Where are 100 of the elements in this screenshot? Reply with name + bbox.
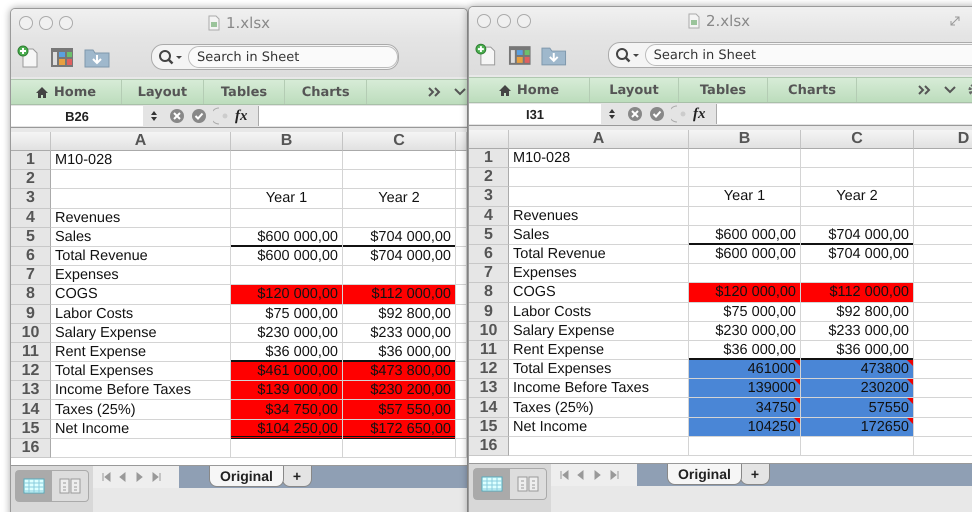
ribbon-tab[interactable]: Charts	[285, 80, 368, 104]
row-header[interactable]: 12	[469, 360, 509, 380]
table-cell: 57550	[801, 398, 914, 418]
sheet-tab[interactable]: +	[282, 466, 312, 487]
table-cell: Net Income	[509, 418, 689, 437]
row-header[interactable]: 7	[469, 264, 509, 284]
row-header[interactable]: 12	[11, 362, 51, 382]
row-header[interactable]: 6	[469, 244, 509, 264]
row-header[interactable]: 4	[469, 206, 509, 226]
normal-view-icon	[23, 478, 45, 494]
row-header[interactable]: 4	[11, 208, 51, 228]
normal-view-icon	[481, 476, 503, 492]
window-control-button[interactable]	[59, 16, 73, 30]
column-header[interactable]: C	[343, 132, 456, 151]
row-header[interactable]: 9	[469, 302, 509, 322]
row-header[interactable]: 16	[11, 438, 51, 458]
table-cell: Total Expenses	[51, 362, 231, 382]
parenthesis-icon[interactable]	[671, 105, 687, 123]
ribbon-tab[interactable]: Layout	[122, 80, 204, 104]
window-control-button[interactable]	[39, 16, 53, 30]
ribbon-tab[interactable]: Tables	[204, 80, 286, 104]
row-header[interactable]: 7	[11, 266, 51, 286]
template-gallery-icon[interactable]	[49, 45, 75, 69]
search-icon[interactable]	[158, 49, 184, 65]
parenthesis-icon[interactable]	[213, 107, 229, 125]
chevron-down-icon[interactable]	[453, 86, 467, 98]
sheet-tab[interactable]: Original	[209, 466, 284, 487]
search-field[interactable]: Search in Sheet	[608, 42, 972, 68]
chevron-down-icon[interactable]	[943, 84, 957, 96]
ribbon-tab[interactable]: Home	[11, 80, 122, 104]
insert-function-button[interactable]: fx	[693, 106, 710, 122]
row-header[interactable]: 10	[11, 324, 51, 343]
search-field[interactable]: Search in Sheet	[151, 44, 399, 70]
table-cell: Year 2	[801, 187, 914, 207]
table-cell: $57 550,00	[343, 400, 456, 420]
ribbon-tab[interactable]: Home	[469, 78, 590, 102]
row-header[interactable]: 11	[11, 342, 51, 362]
row-header[interactable]: 10	[469, 322, 509, 341]
insert-function-button[interactable]: fx	[235, 108, 252, 124]
formula-field[interactable]	[716, 104, 972, 124]
template-gallery-icon[interactable]	[506, 43, 532, 67]
ribbon-tab[interactable]: Tables	[679, 78, 768, 102]
ribbon-tab[interactable]: Charts	[768, 78, 857, 102]
row-header[interactable]: 14	[11, 400, 51, 420]
sheet-tab[interactable]: +	[740, 464, 770, 485]
normal-view-button[interactable]	[16, 471, 52, 501]
formula-field[interactable]	[258, 106, 467, 126]
row-header[interactable]: 3	[469, 187, 509, 207]
cancel-icon[interactable]	[627, 106, 643, 122]
row-header[interactable]: 16	[469, 436, 509, 456]
stepper-icon[interactable]	[607, 107, 617, 121]
column-header[interactable]: C	[801, 130, 914, 149]
document-icon	[688, 13, 700, 29]
row-header[interactable]: 5	[11, 228, 51, 247]
name-box[interactable]: B26	[11, 106, 143, 126]
table-cell: Total Expenses	[509, 360, 689, 380]
column-header[interactable]	[456, 132, 467, 151]
row-header[interactable]: 3	[11, 189, 51, 209]
row-header[interactable]: 11	[469, 340, 509, 360]
table-cell: Sales	[509, 226, 689, 245]
column-header[interactable]: D	[914, 130, 972, 149]
row-header[interactable]: 13	[11, 381, 51, 400]
row-header[interactable]: 2	[11, 170, 51, 190]
row-header[interactable]: 13	[469, 379, 509, 398]
sheet-navigation-icon[interactable]	[551, 464, 637, 486]
stepper-icon[interactable]	[149, 109, 159, 123]
ribbon-tab[interactable]: Layout	[590, 78, 679, 102]
column-header[interactable]: A	[509, 130, 689, 149]
row-header[interactable]: 9	[11, 304, 51, 324]
column-header[interactable]: B	[231, 132, 343, 151]
row-header[interactable]: 15	[469, 418, 509, 437]
row-header[interactable]: 15	[11, 420, 51, 439]
table-cell: $75 000,00	[231, 304, 343, 324]
window-control-button[interactable]	[477, 14, 491, 28]
search-icon[interactable]	[614, 47, 641, 63]
column-header[interactable]: B	[689, 130, 801, 149]
window-control-button[interactable]	[19, 16, 33, 30]
confirm-icon[interactable]	[649, 106, 665, 122]
row-header[interactable]: 14	[469, 398, 509, 418]
row-header[interactable]: 5	[469, 226, 509, 245]
window-control-button[interactable]	[497, 14, 511, 28]
sheet-tab[interactable]: Original	[667, 464, 742, 485]
row-header[interactable]: 1	[469, 149, 509, 168]
chevron-double-icon[interactable]	[917, 84, 933, 96]
row-header[interactable]: 6	[11, 246, 51, 266]
column-header[interactable]: A	[51, 132, 231, 151]
cancel-icon[interactable]	[169, 108, 185, 124]
normal-view-button[interactable]	[474, 469, 510, 499]
name-box[interactable]: I31	[469, 104, 601, 124]
row-header[interactable]: 8	[11, 285, 51, 304]
row-header[interactable]: 8	[469, 283, 509, 302]
sheet-navigation-icon[interactable]	[93, 466, 179, 488]
row-header[interactable]: 2	[469, 168, 509, 188]
table-cell: 230200	[801, 379, 914, 398]
window-control-button[interactable]	[517, 14, 531, 28]
table-cell: COGS	[51, 285, 231, 304]
row-header[interactable]: 1	[11, 151, 51, 170]
confirm-icon[interactable]	[191, 108, 207, 124]
resize-icon[interactable]	[949, 15, 961, 27]
table-cell	[456, 381, 467, 400]
